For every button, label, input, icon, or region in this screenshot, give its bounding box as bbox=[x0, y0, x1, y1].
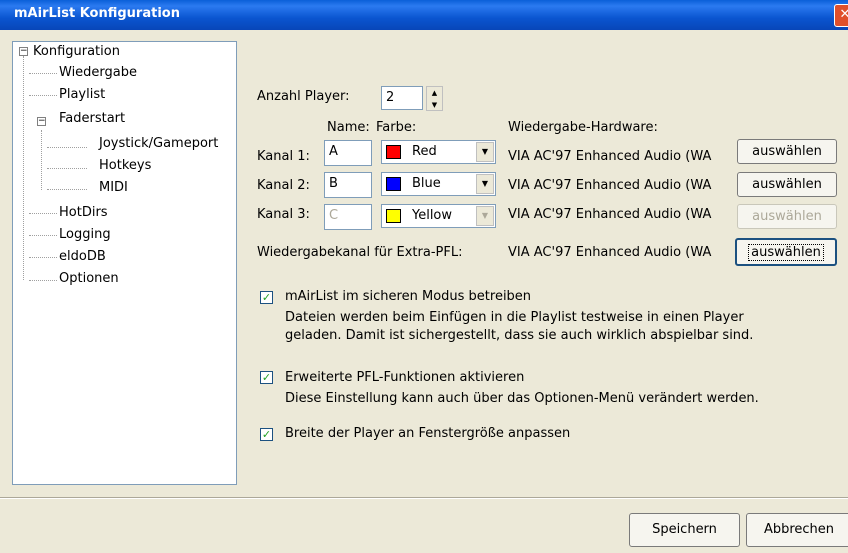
tree-collapse-icon[interactable]: − bbox=[37, 117, 46, 126]
tree-item-playlist[interactable]: Playlist bbox=[59, 87, 105, 102]
close-button[interactable]: ✕ bbox=[834, 4, 848, 27]
tree-line bbox=[47, 189, 87, 190]
tree-item-hotkeys[interactable]: Hotkeys bbox=[99, 158, 151, 173]
pfl-channel-label: Wiedergabekanal für Extra-PFL: bbox=[257, 245, 463, 260]
window-title: mAirList Konfiguration bbox=[14, 6, 180, 21]
color-column-header: Farbe: bbox=[376, 120, 417, 135]
tree-line bbox=[47, 168, 87, 169]
channel-3-select-button[interactable]: auswählen bbox=[737, 204, 837, 229]
player-count-input[interactable]: 2 bbox=[381, 86, 423, 110]
channel-3-color-value: Yellow bbox=[412, 208, 453, 223]
tree-item-joystick[interactable]: Joystick/Gameport bbox=[99, 136, 218, 151]
pfl-functions-description: Diese Einstellung kann auch über das Opt… bbox=[285, 391, 759, 406]
channel-2-name-input[interactable]: B bbox=[324, 172, 372, 198]
channel-3-name-input[interactable]: C bbox=[324, 204, 372, 230]
channel-1-name-input[interactable]: A bbox=[324, 140, 372, 166]
safe-mode-description-1: Dateien werden beim Einfügen in die Play… bbox=[285, 310, 744, 325]
hardware-column-header: Wiedergabe-Hardware: bbox=[508, 120, 658, 135]
chevron-down-icon[interactable]: ▼ bbox=[476, 142, 494, 162]
tree-item-konfiguration[interactable]: Konfiguration bbox=[33, 44, 120, 59]
tree-line bbox=[29, 235, 57, 236]
tree-line bbox=[29, 280, 57, 281]
pfl-hardware: VIA AC'97 Enhanced Audio (WA bbox=[508, 245, 712, 260]
tree-item-optionen[interactable]: Optionen bbox=[59, 271, 119, 286]
tree-line bbox=[41, 130, 42, 190]
channel-1-select-button[interactable]: auswählen bbox=[737, 139, 837, 164]
channel-1-label: Kanal 1: bbox=[257, 149, 310, 164]
safe-mode-label[interactable]: mAirList im sicheren Modus betreiben bbox=[285, 289, 531, 304]
cancel-button[interactable]: Abbrechen bbox=[746, 513, 848, 547]
tree-item-faderstart[interactable]: Faderstart bbox=[59, 111, 125, 126]
footer-divider bbox=[0, 497, 848, 499]
pfl-select-button[interactable]: auswählen bbox=[735, 238, 837, 266]
channel-1-color-select[interactable]: Red ▼ bbox=[381, 140, 496, 164]
spin-up-icon[interactable]: ▲ bbox=[427, 87, 442, 99]
color-swatch bbox=[386, 209, 401, 223]
safe-mode-description-2: geladen. Damit ist sichergestellt, dass … bbox=[285, 328, 754, 343]
tree-item-midi[interactable]: MIDI bbox=[99, 180, 128, 195]
save-button[interactable]: Speichern bbox=[629, 513, 740, 547]
tree-item-hotdirs[interactable]: HotDirs bbox=[59, 205, 108, 220]
spin-down-icon[interactable]: ▼ bbox=[427, 99, 442, 111]
color-swatch bbox=[386, 145, 401, 159]
tree-line bbox=[47, 147, 87, 148]
channel-2-hardware: VIA AC'97 Enhanced Audio (WA bbox=[508, 178, 712, 193]
tree-collapse-icon[interactable]: − bbox=[19, 47, 28, 56]
tree-item-wiedergabe[interactable]: Wiedergabe bbox=[59, 65, 138, 80]
tree-line bbox=[29, 73, 57, 74]
settings-tree[interactable]: − Konfiguration Wiedergabe Playlist − Fa… bbox=[12, 41, 237, 485]
channel-2-label: Kanal 2: bbox=[257, 178, 310, 193]
tree-line bbox=[23, 56, 24, 280]
title-bar: mAirList Konfiguration ✕ bbox=[0, 0, 848, 30]
player-count-label: Anzahl Player: bbox=[257, 89, 350, 104]
pfl-select-button-label: auswählen bbox=[748, 244, 824, 261]
color-swatch bbox=[386, 177, 401, 191]
channel-2-color-value: Blue bbox=[412, 176, 441, 191]
tree-line bbox=[29, 95, 57, 96]
pfl-functions-checkbox[interactable]: ✓ bbox=[260, 371, 273, 384]
channel-2-color-select[interactable]: Blue ▼ bbox=[381, 172, 496, 196]
player-width-label[interactable]: Breite der Player an Fenstergröße anpass… bbox=[285, 426, 570, 441]
player-count-spinner[interactable]: ▲ ▼ bbox=[426, 86, 443, 111]
safe-mode-checkbox[interactable]: ✓ bbox=[260, 291, 273, 304]
chevron-down-icon[interactable]: ▼ bbox=[476, 206, 494, 226]
chevron-down-icon[interactable]: ▼ bbox=[476, 174, 494, 194]
channel-3-label: Kanal 3: bbox=[257, 207, 310, 222]
tree-line bbox=[29, 257, 57, 258]
channel-1-hardware: VIA AC'97 Enhanced Audio (WA bbox=[508, 149, 712, 164]
player-width-checkbox[interactable]: ✓ bbox=[260, 428, 273, 441]
pfl-functions-label[interactable]: Erweiterte PFL-Funktionen aktivieren bbox=[285, 370, 524, 385]
channel-3-color-select[interactable]: Yellow ▼ bbox=[381, 204, 496, 228]
name-column-header: Name: bbox=[327, 120, 370, 135]
tree-item-eldodb[interactable]: eldoDB bbox=[59, 249, 106, 264]
tree-line bbox=[29, 213, 57, 214]
channel-3-hardware: VIA AC'97 Enhanced Audio (WA bbox=[508, 207, 712, 222]
tree-item-logging[interactable]: Logging bbox=[59, 227, 111, 242]
channel-2-select-button[interactable]: auswählen bbox=[737, 172, 837, 197]
channel-1-color-value: Red bbox=[412, 144, 437, 159]
